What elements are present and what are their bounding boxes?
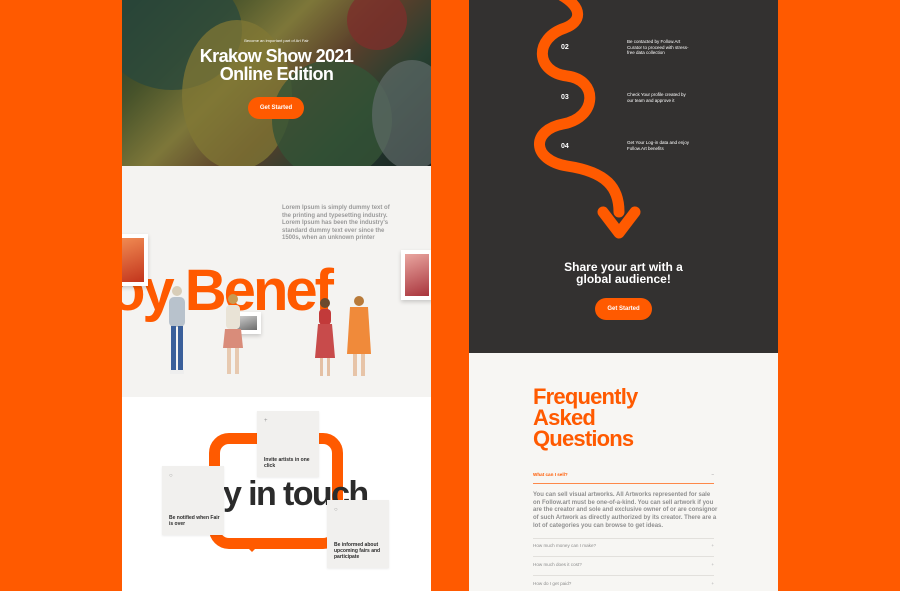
step-number: 03	[561, 94, 569, 101]
hero-title: Krakow Show 2021 Online Edition	[122, 47, 431, 83]
faq-divider	[533, 538, 714, 539]
artwork-image	[122, 238, 144, 282]
faq-question-active[interactable]: What can I sell? −	[533, 472, 714, 477]
faq-question[interactable]: How much does it cost? +	[533, 562, 714, 567]
step-description: Get Your Log-in data and enjoy Follow.Ar…	[627, 140, 690, 151]
faq-question-label: How do I get paid?	[533, 581, 572, 586]
visitor-figure	[347, 296, 371, 376]
share-get-started-button[interactable]: Get Started	[595, 298, 652, 320]
collapse-icon[interactable]: −	[711, 472, 714, 477]
faq-title: Frequently Asked Questions	[533, 384, 638, 451]
step-number: 04	[561, 143, 569, 150]
left-page-column: Become an important part of Art Fair Kra…	[122, 0, 431, 591]
feature-card-text-line: is over	[169, 521, 186, 527]
feature-card-text: Invite artists in one click	[264, 457, 310, 469]
feature-card: + Invite artists in one click	[257, 411, 319, 477]
hero-kicker: Become an important part of Art Fair	[244, 38, 309, 43]
hero-section: Become an important part of Art Fair Kra…	[122, 0, 431, 166]
step-description: Be contacted by Follow.Art Curator to pr…	[627, 39, 689, 56]
share-heading: Share your art with a global audience!	[469, 261, 778, 285]
feature-card-text-line: upcoming fairs and participate	[334, 548, 381, 560]
visitor-figure	[223, 294, 243, 374]
speech-bubble-tail	[238, 538, 266, 552]
feature-card: ○ Be informed about upcoming fairs and p…	[327, 500, 389, 568]
faq-section: Frequently Asked Questions What can I se…	[469, 353, 778, 591]
faq-question[interactable]: How do I get paid? +	[533, 581, 714, 586]
hero-get-started-button[interactable]: Get Started	[248, 97, 304, 119]
faq-answer: You can sell visual artworks. All Artwor…	[533, 492, 718, 529]
faq-title-line: Frequently	[533, 384, 638, 409]
faq-question[interactable]: How much money can I make? +	[533, 543, 714, 548]
faq-question-label: How much does it cost?	[533, 562, 582, 567]
hero-title-line: Online Edition	[219, 64, 334, 84]
gallery-description: Lorem Ipsum is simply dummy text of the …	[282, 205, 390, 242]
faq-divider	[533, 483, 714, 484]
step-description: Check Your profile created by our team a…	[627, 92, 686, 103]
faq-title-line: Questions	[533, 426, 634, 451]
share-heading-line: global audience!	[576, 272, 671, 286]
feature-card-text-line: click	[264, 463, 276, 469]
faq-question-label: What can I sell?	[533, 472, 568, 477]
feature-card: ○ Be notified when Fair is over	[162, 466, 224, 535]
faq-question-label: How much money can I make?	[533, 543, 597, 548]
feature-card-text: Be informed about upcoming fairs and par…	[334, 542, 382, 560]
hero-title-line: Krakow Show 2021	[199, 46, 354, 66]
right-page-column: 02 Be contacted by Follow.Art Curator to…	[469, 0, 778, 591]
expand-icon[interactable]: +	[711, 543, 714, 548]
calendar-icon: ○	[334, 507, 338, 513]
gallery-frame	[122, 234, 148, 286]
faq-divider	[533, 556, 714, 557]
expand-icon[interactable]: +	[711, 581, 714, 586]
gallery-frame	[401, 250, 431, 300]
faq-title-line: Asked	[533, 405, 596, 430]
steps-section: 02 Be contacted by Follow.Art Curator to…	[469, 0, 778, 353]
feature-card-text: Be notified when Fair is over	[169, 515, 220, 527]
visitor-figure	[315, 298, 335, 376]
visitor-figure	[169, 286, 185, 374]
get-in-touch-section: y in touch ○ Be notified when Fair is ov…	[122, 397, 431, 591]
expand-icon[interactable]: +	[711, 562, 714, 567]
step-number: 02	[561, 44, 569, 51]
gallery-section: Lorem Ipsum is simply dummy text of the …	[122, 166, 431, 397]
bell-icon: ○	[169, 473, 173, 479]
faq-divider	[533, 575, 714, 576]
plus-icon: +	[264, 418, 268, 424]
artwork-image	[405, 254, 429, 296]
